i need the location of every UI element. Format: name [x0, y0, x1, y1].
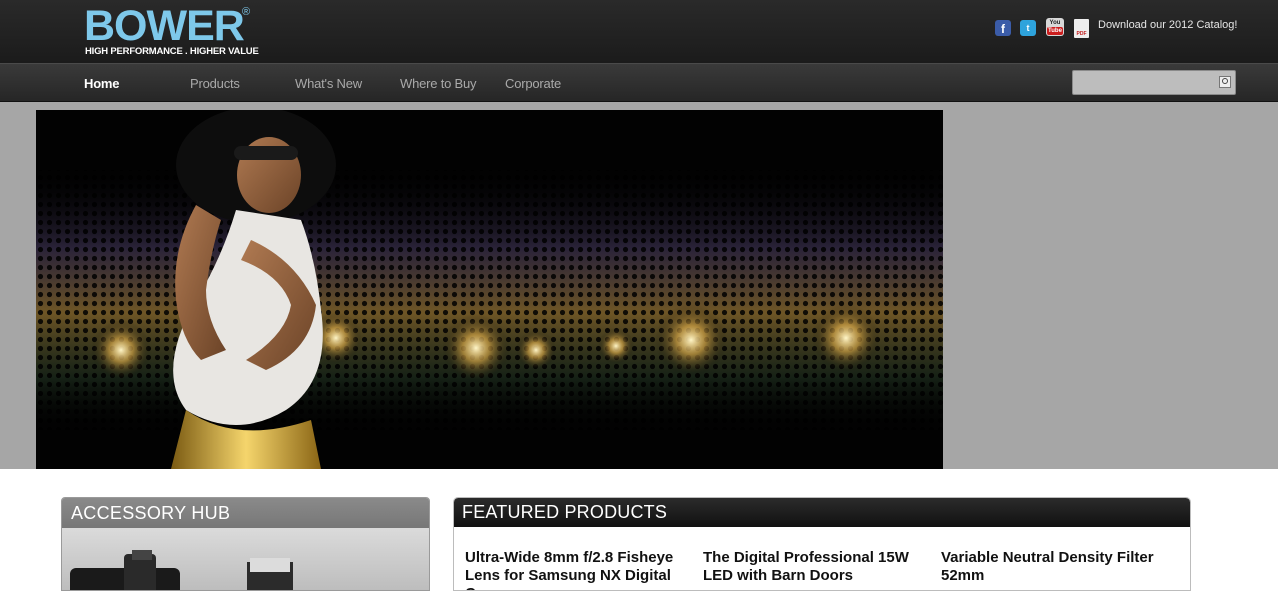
featured-product-link[interactable]: Variable Neutral Density Filter 52mm: [941, 549, 1161, 585]
featured-product-link[interactable]: The Digital Professional 15W LED with Ba…: [703, 549, 923, 585]
download-catalog-link[interactable]: Download our 2012 Catalog!: [1098, 19, 1237, 31]
facebook-icon[interactable]: f: [995, 20, 1011, 36]
brand-logo[interactable]: BOWER ® HIGH PERFORMANCE . HIGHER VALUE: [84, 2, 259, 60]
nav-home[interactable]: Home: [84, 76, 120, 91]
search-input[interactable]: [1072, 70, 1236, 95]
featured-products-panel: FEATURED PRODUCTS Ultra-Wide 8mm f/2.8 F…: [453, 497, 1191, 591]
search-icon[interactable]: [1219, 76, 1231, 88]
facebook-glyph: f: [1001, 22, 1005, 36]
pdf-icon[interactable]: PDF: [1074, 19, 1089, 38]
nav-corporate[interactable]: Corporate: [505, 76, 561, 91]
main-nav: Home Products What's New Where to Buy Co…: [0, 63, 1278, 102]
top-header: BOWER ® HIGH PERFORMANCE . HIGHER VALUE …: [0, 0, 1278, 63]
twitter-glyph: t: [1026, 23, 1030, 33]
featured-products-title: FEATURED PRODUCTS: [454, 498, 1190, 527]
youtube-icon[interactable]: You Tube: [1046, 18, 1064, 36]
logo-wordmark: BOWER: [84, 2, 245, 50]
pdf-label: PDF: [1076, 31, 1087, 37]
nav-where-to-buy[interactable]: Where to Buy: [400, 76, 477, 91]
youtube-tube: Tube: [1047, 27, 1063, 35]
nav-products[interactable]: Products: [190, 76, 240, 91]
logo-registered-mark: ®: [242, 6, 251, 18]
accessory-hub-image: [70, 550, 293, 590]
youtube-you: You: [1049, 20, 1061, 26]
nav-whats-new[interactable]: What's New: [295, 76, 362, 91]
hero-image: [36, 110, 943, 469]
logo-tagline: HIGH PERFORMANCE . HIGHER VALUE: [85, 46, 259, 57]
accessory-hub-panel[interactable]: ACCESSORY HUB: [61, 497, 430, 591]
hero-banner[interactable]: [36, 110, 943, 469]
accessory-hub-title: ACCESSORY HUB: [62, 498, 429, 528]
twitter-icon[interactable]: t: [1020, 20, 1036, 36]
featured-product-link[interactable]: Ultra-Wide 8mm f/2.8 Fisheye Lens for Sa…: [465, 549, 685, 590]
